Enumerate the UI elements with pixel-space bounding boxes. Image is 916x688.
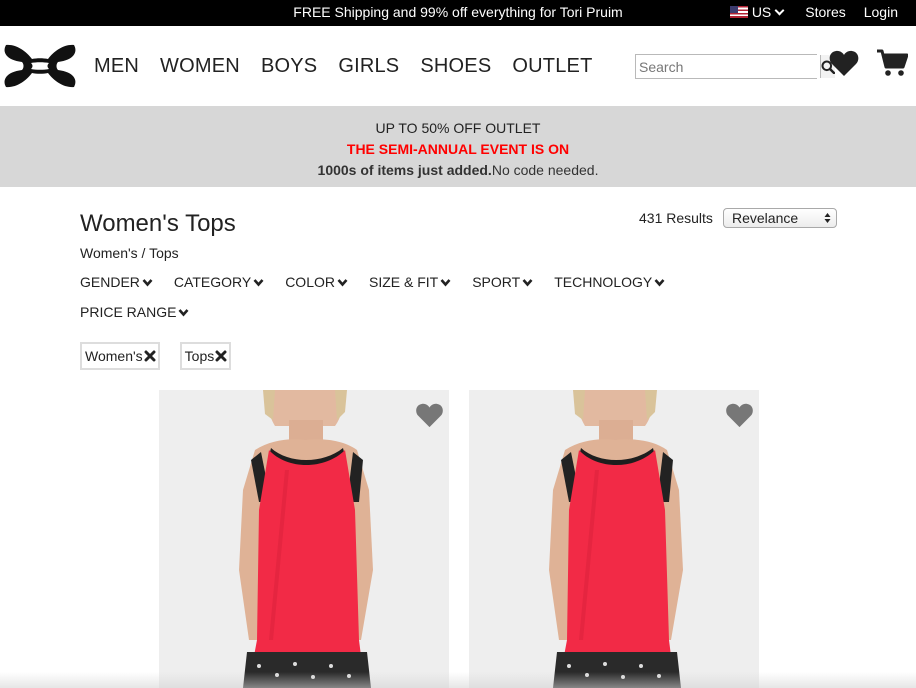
nav-boys[interactable]: BOYS (261, 55, 317, 78)
us-flag-icon (729, 6, 748, 18)
login-link[interactable]: Login (864, 4, 898, 20)
brand-logo-icon[interactable] (2, 42, 78, 90)
filter-size-fit[interactable]: SIZE & FIT (369, 274, 451, 290)
chevron-down-icon (142, 278, 153, 286)
select-arrows-icon (824, 213, 831, 223)
filter-bar: GENDER CATEGORY COLOR SIZE & FIT SPORT T… (80, 274, 686, 290)
search-input[interactable] (636, 55, 820, 78)
sale-banner[interactable]: UP TO 50% OFF OUTLET THE SEMI-ANNUAL EVE… (0, 106, 916, 187)
filter-bar-row2: PRICE RANGE (80, 304, 189, 320)
country-selector[interactable]: US (729, 4, 785, 20)
favorite-heart-icon[interactable] (725, 402, 754, 428)
nav-women[interactable]: WOMEN (160, 55, 240, 78)
nav-shoes[interactable]: SHOES (420, 55, 491, 78)
chevron-down-icon (253, 278, 264, 286)
results-count: 431 Results (639, 210, 713, 226)
filter-label: PRICE RANGE (80, 304, 177, 320)
filter-label: GENDER (80, 274, 140, 290)
filter-technology[interactable]: TECHNOLOGY (554, 274, 665, 290)
banner-subtext: 1000s of items just added.No code needed… (0, 162, 916, 178)
sort-select[interactable]: Revelance (723, 208, 837, 228)
site-header: MEN WOMEN BOYS GIRLS SHOES OUTLET (0, 26, 916, 106)
chevron-down-icon (654, 278, 665, 286)
filter-sport[interactable]: SPORT (472, 274, 533, 290)
chip-label: Women's (85, 348, 143, 364)
banner-event-text: THE SEMI-ANNUAL EVENT IS ON (346, 141, 570, 157)
filter-price-range[interactable]: PRICE RANGE (80, 304, 189, 320)
wishlist-heart-icon[interactable] (829, 49, 859, 77)
nav-outlet[interactable]: OUTLET (512, 55, 592, 78)
country-label: US (751, 4, 772, 20)
filter-label: COLOR (285, 274, 335, 290)
nav-girls[interactable]: GIRLS (338, 55, 399, 78)
search-box (635, 54, 835, 79)
filter-color[interactable]: COLOR (285, 274, 348, 290)
banner-subtext-rest: No code needed. (491, 162, 599, 178)
chevron-down-icon (522, 278, 533, 286)
nav-men[interactable]: MEN (94, 55, 139, 78)
page-title: Women's Tops (80, 210, 236, 237)
product-card[interactable] (159, 390, 449, 688)
filter-label: SIZE & FIT (368, 274, 439, 290)
product-card[interactable] (469, 390, 759, 688)
filter-label: CATEGORY (173, 274, 252, 290)
promo-topbar: FREE Shipping and 99% off everything for… (0, 0, 916, 26)
remove-icon[interactable] (215, 350, 227, 362)
filter-chip-tops[interactable]: Tops (179, 342, 232, 370)
filter-chip-womens[interactable]: Women's (80, 342, 160, 370)
main-nav: MEN WOMEN BOYS GIRLS SHOES OUTLET (94, 55, 614, 78)
breadcrumb[interactable]: Women's / Tops (80, 245, 179, 261)
chip-label: Tops (184, 348, 215, 364)
chevron-down-icon (440, 278, 451, 286)
bottom-fade (0, 672, 916, 688)
stores-link[interactable]: Stores (805, 4, 845, 20)
active-filters: Women's Tops (80, 342, 251, 370)
filter-category[interactable]: CATEGORY (174, 274, 264, 290)
banner-subtext-bold: 1000s of items just added. (317, 162, 492, 178)
filter-gender[interactable]: GENDER (80, 274, 153, 290)
chevron-down-icon (774, 5, 785, 15)
filter-label: SPORT (472, 274, 521, 290)
chevron-down-icon (337, 278, 348, 286)
product-image[interactable] (159, 390, 449, 688)
chevron-down-icon (178, 308, 189, 316)
filter-label: TECHNOLOGY (554, 274, 653, 290)
product-image[interactable] (469, 390, 759, 688)
banner-headline: UP TO 50% OFF OUTLET (375, 120, 541, 136)
cart-icon[interactable] (876, 48, 908, 78)
favorite-heart-icon[interactable] (415, 402, 444, 428)
remove-icon[interactable] (144, 350, 156, 362)
sort-value: Revelance (732, 210, 799, 226)
